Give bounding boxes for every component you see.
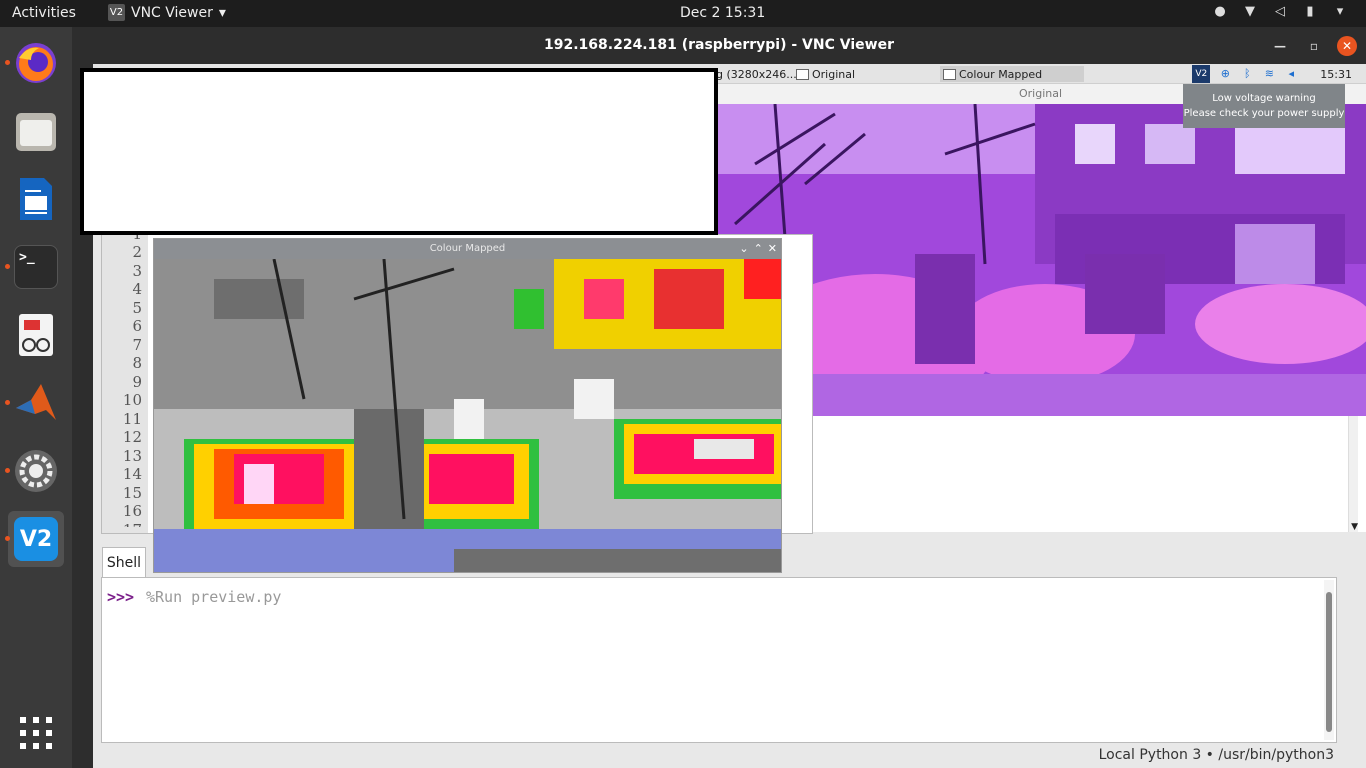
dock-item-writer[interactable] <box>8 171 64 227</box>
close-button[interactable]: ✕ <box>1337 36 1357 56</box>
vertical-scrollbar[interactable] <box>1348 416 1358 532</box>
running-indicator <box>5 264 10 269</box>
running-indicator <box>5 60 10 65</box>
firefox-icon <box>16 43 56 83</box>
ndvi-colour-map-image <box>154 259 781 572</box>
pi-task-label: Colour Mapped <box>959 67 1043 81</box>
minimize-button[interactable]: ⌄ <box>739 239 748 259</box>
app-menu-label: VNC Viewer <box>131 4 213 21</box>
dock-item-files[interactable] <box>8 103 64 159</box>
scrollbar-thumb[interactable] <box>1326 592 1332 732</box>
line-number: 6 <box>132 317 142 335</box>
line-number: 2 <box>132 243 142 261</box>
dock-item-matlab[interactable] <box>5 375 64 431</box>
low-voltage-title: Low voltage warning <box>1212 93 1316 104</box>
line-number: 3 <box>132 262 142 280</box>
line-number: 14 <box>122 465 142 483</box>
low-voltage-message: Please check your power supply <box>1183 108 1345 119</box>
writer-icon <box>20 178 52 220</box>
volume-muted-icon[interactable]: ◁ <box>1272 4 1288 20</box>
chevron-down-icon[interactable]: ▾ <box>1332 4 1348 20</box>
grid-icon <box>20 717 52 749</box>
wifi-icon[interactable]: ≋ <box>1262 67 1276 81</box>
minimize-button[interactable]: — <box>1270 36 1290 56</box>
maximize-button[interactable]: ▫ <box>1304 36 1324 56</box>
shell-panel[interactable]: >>> %Run preview.py <box>101 577 1337 743</box>
line-number: 10 <box>122 391 142 409</box>
status-bar: Local Python 3 • /usr/bin/python3 <box>93 743 1366 768</box>
window-icon <box>943 68 956 80</box>
scroll-down-arrow-icon[interactable]: ▼ <box>1351 522 1358 532</box>
pi-task-label: Original <box>812 67 856 81</box>
chevron-down-icon: ▾ <box>218 4 226 21</box>
shell-command: %Run preview.py <box>146 588 282 606</box>
pi-tray: V2 ⊕ ᛒ ≋ ◂ 15:31 <box>1192 64 1366 84</box>
battery-icon[interactable]: ▮ <box>1302 4 1318 20</box>
vnc-viewer-icon: V2 <box>14 517 58 561</box>
close-button[interactable]: ✕ <box>768 239 777 259</box>
line-number: 7 <box>132 336 142 354</box>
app-menu[interactable]: V2 VNC Viewer ▾ <box>108 4 226 21</box>
pi-task-label: g (3280x246... <box>716 67 797 81</box>
matlab-icon <box>16 384 56 420</box>
pi-clock[interactable]: 15:31 <box>1320 68 1352 81</box>
line-number: 12 <box>122 428 142 446</box>
pi-task-colour-mapped[interactable]: Colour Mapped <box>940 66 1084 82</box>
running-indicator <box>5 468 10 473</box>
maximize-button[interactable]: ⌃ <box>754 239 763 259</box>
show-applications-button[interactable] <box>8 705 64 761</box>
update-icon[interactable]: ⊕ <box>1218 67 1232 81</box>
dock-item-firefox[interactable] <box>5 35 64 91</box>
shell-prompt: >>> <box>107 588 135 606</box>
gear-icon <box>15 450 57 492</box>
dock-item-terminal[interactable]: >_ <box>5 239 64 295</box>
system-tray[interactable]: ● ▼ ◁ ▮ ▾ <box>1212 4 1348 20</box>
shell-scrollbar[interactable] <box>1324 580 1334 740</box>
volume-icon[interactable]: ◂ <box>1284 67 1298 81</box>
dock-item-settings[interactable] <box>5 443 64 499</box>
terminal-icon: >_ <box>14 245 58 289</box>
bluetooth-icon[interactable]: ᛒ <box>1240 67 1254 81</box>
colour-mapped-title: Colour Mapped <box>429 243 506 254</box>
dock-item-document-viewer[interactable] <box>8 307 64 363</box>
interpreter-status[interactable]: Local Python 3 • /usr/bin/python3 <box>1099 747 1334 763</box>
files-icon <box>16 113 56 151</box>
colour-mapped-window[interactable]: Colour Mapped ⌄ ⌃ ✕ <box>153 238 782 573</box>
line-number: 15 <box>122 484 142 502</box>
ubuntu-top-bar: Activities V2 VNC Viewer ▾ Dec 2 15:31 ●… <box>0 0 1366 27</box>
line-number: 8 <box>132 354 142 372</box>
vnc-titlebar[interactable]: 192.168.224.181 (raspberrypi) - VNC View… <box>72 27 1366 64</box>
dock-item-vnc-viewer[interactable]: V2 <box>5 511 64 567</box>
colour-mapped-titlebar[interactable]: Colour Mapped ⌄ ⌃ ✕ <box>154 239 781 259</box>
line-number: 17 <box>123 521 142 527</box>
vnc-server-icon[interactable]: V2 <box>1192 65 1211 83</box>
running-indicator <box>5 536 10 541</box>
line-number-gutter: 1 2 3 4 5 6 7 8 9 10 11 12 13 14 15 16 1… <box>102 225 148 533</box>
teams-icon[interactable]: ● <box>1212 4 1228 20</box>
window-icon <box>796 68 809 80</box>
low-voltage-tooltip: Low voltage warning Please check your po… <box>1183 84 1345 128</box>
line-number: 16 <box>122 502 142 520</box>
running-indicator <box>5 400 10 405</box>
line-number: 11 <box>122 410 142 428</box>
line-number: 13 <box>122 447 142 465</box>
tab-shell[interactable]: Shell <box>102 547 146 577</box>
pi-task-original[interactable]: Original <box>793 66 885 82</box>
colour-mapped-image <box>154 259 781 572</box>
redaction-box <box>80 68 718 235</box>
line-number: 4 <box>132 280 142 298</box>
activities-button[interactable]: Activities <box>12 5 76 21</box>
window-title: 192.168.224.181 (raspberrypi) - VNC View… <box>544 37 894 53</box>
line-number: 5 <box>132 299 142 317</box>
document-viewer-icon <box>19 314 53 356</box>
vnc-app-icon: V2 <box>108 4 125 21</box>
line-number: 9 <box>132 373 142 391</box>
clock-text: Dec 2 15:31 <box>680 5 766 21</box>
dock: >_ V2 <box>0 27 72 768</box>
wifi-icon[interactable]: ▼ <box>1242 4 1258 20</box>
